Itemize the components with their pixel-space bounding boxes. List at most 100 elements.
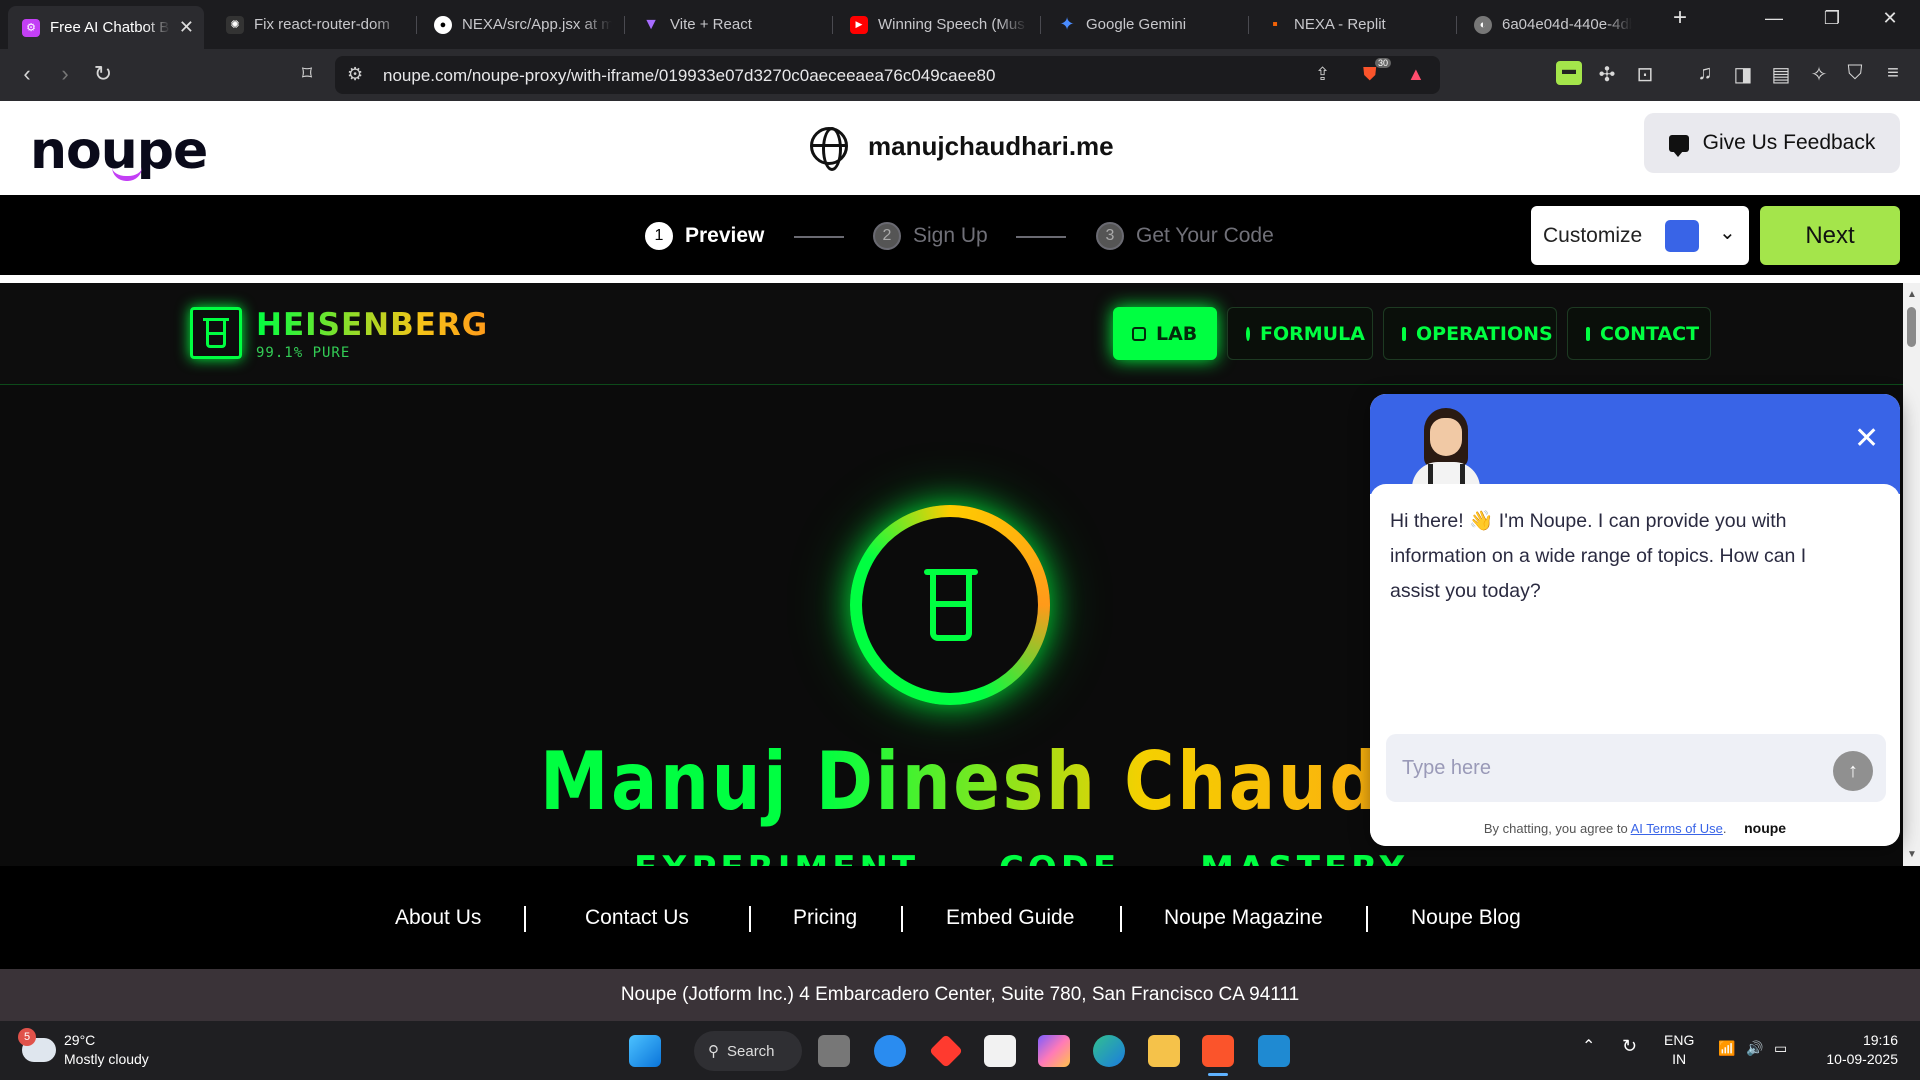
tab-google-gemini[interactable]: ✦ Google Gemini: [1044, 6, 1240, 43]
close-icon[interactable]: ✕: [1854, 424, 1879, 454]
clock[interactable]: 19:16 10-09-2025: [1816, 1031, 1898, 1069]
shields-count-badge: 30: [1375, 58, 1392, 68]
preview-scrollbar[interactable]: ▲ ▼: [1903, 283, 1920, 866]
reload-icon[interactable]: ↻: [88, 61, 118, 87]
terms-prefix: By chatting, you agree to: [1483, 821, 1628, 836]
step-preview[interactable]: 1 Preview: [645, 222, 764, 250]
edge-icon[interactable]: [1093, 1035, 1125, 1067]
new-tab-icon[interactable]: +: [1660, 4, 1700, 32]
tab-divider: [1248, 16, 1249, 34]
brave-shields-icon[interactable]: ⛊: [1363, 64, 1377, 85]
sidebar-icon[interactable]: ◨: [1730, 62, 1756, 87]
volume-icon[interactable]: 🔊: [1746, 1039, 1763, 1058]
send-button[interactable]: ↑: [1833, 751, 1873, 791]
chatbot-widget: ✕ Hi there! 👋 I'm Noupe. I can provide y…: [1370, 394, 1900, 846]
scroll-down-icon[interactable]: ▼: [1907, 849, 1917, 860]
tab-free-ai-chatbot[interactable]: ⚙ Free AI Chatbot B ✕: [8, 6, 204, 49]
feedback-button[interactable]: Give Us Feedback: [1644, 113, 1900, 173]
wallet-icon[interactable]: ▤: [1768, 62, 1794, 87]
globe-icon: [810, 127, 848, 171]
back-icon[interactable]: ‹: [12, 61, 42, 87]
noupe-small-logo[interactable]: noupe: [1744, 820, 1786, 836]
scroll-up-icon[interactable]: ▲: [1907, 289, 1917, 300]
scrollbar-thumb[interactable]: [1907, 307, 1916, 347]
site-navbar: HEISENBERG 99.1% PURE LAB FORMULA OPERAT…: [0, 283, 1903, 385]
windows-start-icon[interactable]: [629, 1035, 661, 1067]
chevron-up-icon[interactable]: ⌃: [1582, 1037, 1595, 1056]
user-icon: [1246, 326, 1250, 341]
language-indicator[interactable]: ENG IN: [1664, 1031, 1694, 1069]
address-bar[interactable]: ⚙ noupe.com/noupe-proxy/with-iframe/0199…: [335, 56, 1440, 94]
minimize-icon[interactable]: —: [1754, 8, 1794, 29]
tab-title: NEXA - Replit: [1294, 16, 1386, 33]
beaker-logo-icon[interactable]: [190, 307, 242, 359]
chat-input[interactable]: [1386, 734, 1886, 802]
tagline-word: MASTERY: [1200, 849, 1408, 866]
site-brand[interactable]: HEISENBERG: [256, 307, 488, 343]
extensions-icon[interactable]: ✣: [1594, 62, 1620, 87]
tab-nexa-github[interactable]: ● NEXA/src/App.jsx at m: [420, 6, 616, 43]
copilot-icon[interactable]: [1038, 1035, 1070, 1067]
battery-icon[interactable]: ▭: [1774, 1039, 1787, 1058]
nav-operations[interactable]: OPERATIONS: [1383, 307, 1557, 360]
brave-icon[interactable]: [1202, 1035, 1234, 1067]
weather-widget[interactable]: 5 29°C Mostly cloudy: [18, 1028, 149, 1069]
footer-links: About Us Contact Us Pricing Embed Guide …: [0, 866, 1920, 969]
footer-link-magazine[interactable]: Noupe Magazine: [1164, 906, 1323, 930]
terms-link[interactable]: AI Terms of Use: [1631, 821, 1723, 836]
footer-link-embed-guide[interactable]: Embed Guide: [946, 906, 1074, 930]
color-swatch[interactable]: [1665, 220, 1699, 252]
wifi-icon[interactable]: 📶: [1718, 1039, 1735, 1058]
noupe-favicon-icon: ⚙: [22, 18, 40, 37]
nav-formula[interactable]: FORMULA: [1227, 307, 1373, 360]
extension-icon[interactable]: ▬: [1556, 61, 1582, 85]
site-settings-icon[interactable]: ⚙: [347, 64, 363, 85]
forward-icon[interactable]: ›: [50, 61, 80, 87]
share-icon[interactable]: ⇪: [1315, 64, 1330, 85]
nav-contact[interactable]: CONTACT: [1567, 307, 1711, 360]
file-explorer-icon[interactable]: [1148, 1035, 1180, 1067]
taskbar-search[interactable]: ⚲ Search: [694, 1031, 802, 1071]
url-text[interactable]: noupe.com/noupe-proxy/with-iframe/019933…: [383, 66, 995, 86]
sync-icon[interactable]: ↻: [1622, 1037, 1637, 1056]
tab-winning-speech[interactable]: ▶ Winning Speech (Mus: [836, 6, 1032, 43]
vscode-icon[interactable]: [1258, 1035, 1290, 1067]
bookmark-icon[interactable]: ⌑: [292, 61, 322, 86]
cloudy-weather-icon: 5: [18, 1028, 56, 1062]
tab-vite-react[interactable]: ▼ Vite + React: [628, 6, 824, 43]
next-button[interactable]: Next: [1760, 206, 1900, 265]
task-view-icon[interactable]: [818, 1035, 850, 1067]
hero-tagline: EXPERIMENT CODE MASTERY: [634, 849, 1472, 866]
footer-link-contact[interactable]: Contact Us: [585, 906, 689, 930]
customize-dropdown[interactable]: Customize ⌄: [1531, 206, 1749, 265]
microsoft-store-icon[interactable]: [984, 1035, 1016, 1067]
leo-ai-icon[interactable]: ✧: [1806, 62, 1832, 87]
app-icon[interactable]: [929, 1034, 963, 1068]
restore-icon[interactable]: ❐: [1812, 8, 1852, 29]
menu-icon[interactable]: ≡: [1880, 62, 1906, 85]
footer-link-about[interactable]: About Us: [395, 906, 481, 930]
close-window-icon[interactable]: ✕: [1870, 8, 1910, 29]
beaker-icon: [924, 569, 978, 641]
footer-link-pricing[interactable]: Pricing: [793, 906, 857, 930]
chat-header: ✕: [1370, 394, 1900, 494]
reader-mode-icon[interactable]: ⊡: [1632, 62, 1658, 87]
vpn-icon[interactable]: ⛉: [1842, 62, 1868, 85]
step-label: Get Your Code: [1136, 224, 1274, 247]
tab-fix-react-router[interactable]: ✺ Fix react-router-dom: [212, 6, 408, 43]
media-icon[interactable]: ♫: [1692, 62, 1718, 85]
step-get-code[interactable]: 3 Get Your Code: [1096, 222, 1274, 250]
tab-nexa-replit[interactable]: ▪ NEXA - Replit: [1252, 6, 1448, 43]
brave-rewards-icon[interactable]: ▲: [1407, 64, 1425, 85]
tab-title: Fix react-router-dom: [254, 16, 390, 33]
replit-favicon-icon: ▪: [1272, 15, 1278, 33]
nav-lab[interactable]: LAB: [1113, 307, 1217, 360]
weather-badge: 5: [18, 1028, 36, 1046]
arrow-up-icon: ↑: [1848, 759, 1858, 782]
step-sign-up[interactable]: 2 Sign Up: [873, 222, 988, 250]
tab-title: NEXA/src/App.jsx at m: [462, 16, 612, 33]
footer-link-blog[interactable]: Noupe Blog: [1411, 906, 1521, 930]
tab-uuid[interactable]: ◐ 6a04e04d-440e-4db6: [1460, 6, 1656, 43]
help-icon[interactable]: [874, 1035, 906, 1067]
close-tab-icon[interactable]: ✕: [179, 17, 194, 38]
